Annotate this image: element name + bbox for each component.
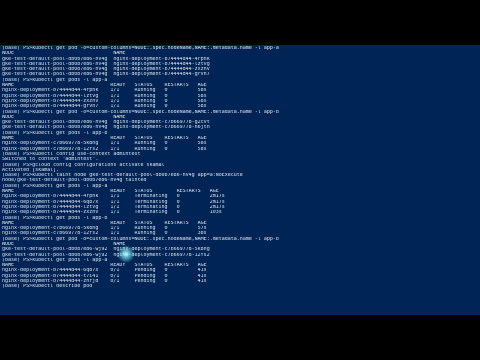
command-line: (base) PS>kubectl describe pod: [2, 284, 93, 290]
terminal-output: (base) PS>kubectl get pod -o=custom-colu…: [2, 46, 480, 290]
terminal-window[interactable]: (base) PS>kubectl get pod -o=custom-colu…: [0, 45, 480, 315]
mouse-cursor-highlight: [117, 245, 135, 263]
